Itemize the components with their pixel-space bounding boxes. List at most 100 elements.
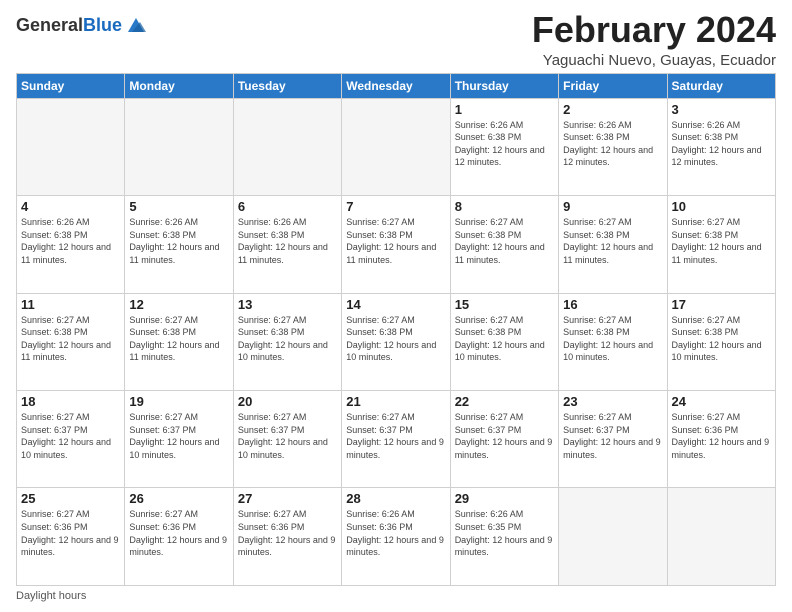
calendar-cell [559, 488, 667, 586]
logo-icon [124, 14, 148, 38]
day-number: 28 [346, 491, 445, 506]
calendar-header-wednesday: Wednesday [342, 73, 450, 98]
day-number: 13 [238, 297, 337, 312]
day-info: Sunrise: 6:26 AM Sunset: 6:38 PM Dayligh… [563, 119, 662, 169]
calendar-cell: 19 Sunrise: 6:27 AM Sunset: 6:37 PM Dayli… [125, 391, 233, 488]
calendar-cell: 16 Sunrise: 6:27 AM Sunset: 6:38 PM Dayli… [559, 293, 667, 390]
day-info: Sunrise: 6:26 AM Sunset: 6:38 PM Dayligh… [129, 216, 228, 266]
location-title: Yaguachi Nuevo, Guayas, Ecuador [532, 52, 776, 69]
calendar-cell: 2 Sunrise: 6:26 AM Sunset: 6:38 PM Daylig… [559, 98, 667, 195]
calendar-cell: 13Sunrise: 6:27 AM Sunset: 6:38 PM Dayli… [233, 293, 341, 390]
day-info: Sunrise: 6:27 AM Sunset: 6:37 PM Dayligh… [238, 411, 337, 461]
calendar-header-friday: Friday [559, 73, 667, 98]
calendar-cell: 7 Sunrise: 6:27 AM Sunset: 6:38 PM Daylig… [342, 196, 450, 293]
day-number: 6 [238, 199, 337, 214]
day-info: Sunrise: 6:27 AM Sunset: 6:38 PM Dayligh… [346, 216, 445, 266]
day-info: Sunrise: 6:27 AM Sunset: 6:36 PM Dayligh… [21, 508, 120, 558]
calendar-cell: 12 Sunrise: 6:27 AM Sunset: 6:38 PM Dayli… [125, 293, 233, 390]
day-info: Sunrise: 6:27 AM Sunset: 6:36 PM Dayligh… [672, 411, 771, 461]
calendar-header-thursday: Thursday [450, 73, 558, 98]
day-number: 25 [21, 491, 120, 506]
day-number: 16 [563, 297, 662, 312]
calendar-week-3: 11 Sunrise: 6:27 AM Sunset: 6:38 PM Dayli… [17, 293, 776, 390]
logo-general-text: General [16, 15, 83, 35]
day-info: Sunrise: 6:26 AM Sunset: 6:36 PM Dayligh… [346, 508, 445, 558]
day-number: 24 [672, 394, 771, 409]
day-number: 20 [238, 394, 337, 409]
day-info: Sunrise: 6:27 AM Sunset: 6:37 PM Dayligh… [129, 411, 228, 461]
day-info: Sunrise: 6:27 AM Sunset: 6:38 PM Dayligh… [21, 314, 120, 364]
day-number: 11 [21, 297, 120, 312]
logo: GeneralBlue [16, 14, 148, 38]
day-number: 17 [672, 297, 771, 312]
day-number: 12 [129, 297, 228, 312]
calendar-cell: 17Sunrise: 6:27 AM Sunset: 6:38 PM Dayli… [667, 293, 775, 390]
day-info: Sunrise: 6:26 AM Sunset: 6:38 PM Dayligh… [672, 119, 771, 169]
calendar-week-2: 4 Sunrise: 6:26 AM Sunset: 6:38 PM Daylig… [17, 196, 776, 293]
day-info: Sunrise: 6:26 AM Sunset: 6:38 PM Dayligh… [21, 216, 120, 266]
day-info: Sunrise: 6:26 AM Sunset: 6:35 PM Dayligh… [455, 508, 554, 558]
calendar-cell [342, 98, 450, 195]
calendar-header-tuesday: Tuesday [233, 73, 341, 98]
day-info: Sunrise: 6:27 AM Sunset: 6:36 PM Dayligh… [129, 508, 228, 558]
calendar-cell: 10Sunrise: 6:27 AM Sunset: 6:38 PM Dayli… [667, 196, 775, 293]
day-info: Sunrise: 6:27 AM Sunset: 6:37 PM Dayligh… [346, 411, 445, 461]
calendar-cell: 11 Sunrise: 6:27 AM Sunset: 6:38 PM Dayli… [17, 293, 125, 390]
calendar-cell: 20 Sunrise: 6:27 AM Sunset: 6:37 PM Dayli… [233, 391, 341, 488]
day-number: 29 [455, 491, 554, 506]
calendar-cell: 25 Sunrise: 6:27 AM Sunset: 6:36 PM Dayli… [17, 488, 125, 586]
calendar-header-row: SundayMondayTuesdayWednesdayThursdayFrid… [17, 73, 776, 98]
day-number: 22 [455, 394, 554, 409]
day-info: Sunrise: 6:27 AM Sunset: 6:38 PM Dayligh… [346, 314, 445, 364]
logo-blue-text: Blue [83, 15, 122, 35]
day-number: 18 [21, 394, 120, 409]
day-info: Sunrise: 6:27 AM Sunset: 6:37 PM Dayligh… [563, 411, 662, 461]
day-info: Sunrise: 6:27 AM Sunset: 6:38 PM Dayligh… [563, 216, 662, 266]
calendar-cell: 6Sunrise: 6:26 AM Sunset: 6:38 PM Daylig… [233, 196, 341, 293]
day-number: 21 [346, 394, 445, 409]
day-number: 15 [455, 297, 554, 312]
calendar-cell: 22 Sunrise: 6:27 AM Sunset: 6:37 PM Dayli… [450, 391, 558, 488]
calendar-cell: 18 Sunrise: 6:27 AM Sunset: 6:37 PM Dayli… [17, 391, 125, 488]
day-info: Sunrise: 6:27 AM Sunset: 6:38 PM Dayligh… [563, 314, 662, 364]
calendar-cell [125, 98, 233, 195]
calendar-header-sunday: Sunday [17, 73, 125, 98]
calendar-header-monday: Monday [125, 73, 233, 98]
day-info: Sunrise: 6:27 AM Sunset: 6:38 PM Dayligh… [455, 216, 554, 266]
day-info: Sunrise: 6:27 AM Sunset: 6:38 PM Dayligh… [672, 216, 771, 266]
day-info: Sunrise: 6:27 AM Sunset: 6:38 PM Dayligh… [455, 314, 554, 364]
calendar-cell: 8 Sunrise: 6:27 AM Sunset: 6:38 PM Daylig… [450, 196, 558, 293]
day-number: 4 [21, 199, 120, 214]
calendar-cell: 15 Sunrise: 6:27 AM Sunset: 6:38 PM Dayli… [450, 293, 558, 390]
calendar-cell: 14Sunrise: 6:27 AM Sunset: 6:38 PM Dayli… [342, 293, 450, 390]
day-info: Sunrise: 6:27 AM Sunset: 6:37 PM Dayligh… [21, 411, 120, 461]
calendar-cell: 28 Sunrise: 6:26 AM Sunset: 6:36 PM Dayli… [342, 488, 450, 586]
calendar-cell: 5Sunrise: 6:26 AM Sunset: 6:38 PM Daylig… [125, 196, 233, 293]
calendar-cell [233, 98, 341, 195]
calendar-cell: 26 Sunrise: 6:27 AM Sunset: 6:36 PM Dayli… [125, 488, 233, 586]
day-info: Sunrise: 6:26 AM Sunset: 6:38 PM Dayligh… [455, 119, 554, 169]
calendar-cell: 29 Sunrise: 6:26 AM Sunset: 6:35 PM Dayli… [450, 488, 558, 586]
day-info: Sunrise: 6:27 AM Sunset: 6:36 PM Dayligh… [238, 508, 337, 558]
header: GeneralBlue February 2024 Yaguachi Nuevo… [16, 10, 776, 69]
day-number: 2 [563, 102, 662, 117]
calendar-week-1: 1Sunrise: 6:26 AM Sunset: 6:38 PM Daylig… [17, 98, 776, 195]
day-info: Sunrise: 6:27 AM Sunset: 6:37 PM Dayligh… [455, 411, 554, 461]
calendar-cell: 3 Sunrise: 6:26 AM Sunset: 6:38 PM Daylig… [667, 98, 775, 195]
calendar-cell: 24 Sunrise: 6:27 AM Sunset: 6:36 PM Dayli… [667, 391, 775, 488]
day-number: 27 [238, 491, 337, 506]
calendar-cell: 4 Sunrise: 6:26 AM Sunset: 6:38 PM Daylig… [17, 196, 125, 293]
day-number: 26 [129, 491, 228, 506]
daylight-label: Daylight hours [16, 590, 86, 602]
day-number: 8 [455, 199, 554, 214]
day-number: 23 [563, 394, 662, 409]
day-number: 3 [672, 102, 771, 117]
calendar-cell: 27 Sunrise: 6:27 AM Sunset: 6:36 PM Dayli… [233, 488, 341, 586]
page: GeneralBlue February 2024 Yaguachi Nuevo… [0, 0, 792, 612]
month-title: February 2024 [532, 10, 776, 50]
day-number: 7 [346, 199, 445, 214]
day-number: 19 [129, 394, 228, 409]
calendar-cell: 23 Sunrise: 6:27 AM Sunset: 6:37 PM Dayli… [559, 391, 667, 488]
day-info: Sunrise: 6:27 AM Sunset: 6:38 PM Dayligh… [129, 314, 228, 364]
calendar-table: SundayMondayTuesdayWednesdayThursdayFrid… [16, 73, 776, 586]
